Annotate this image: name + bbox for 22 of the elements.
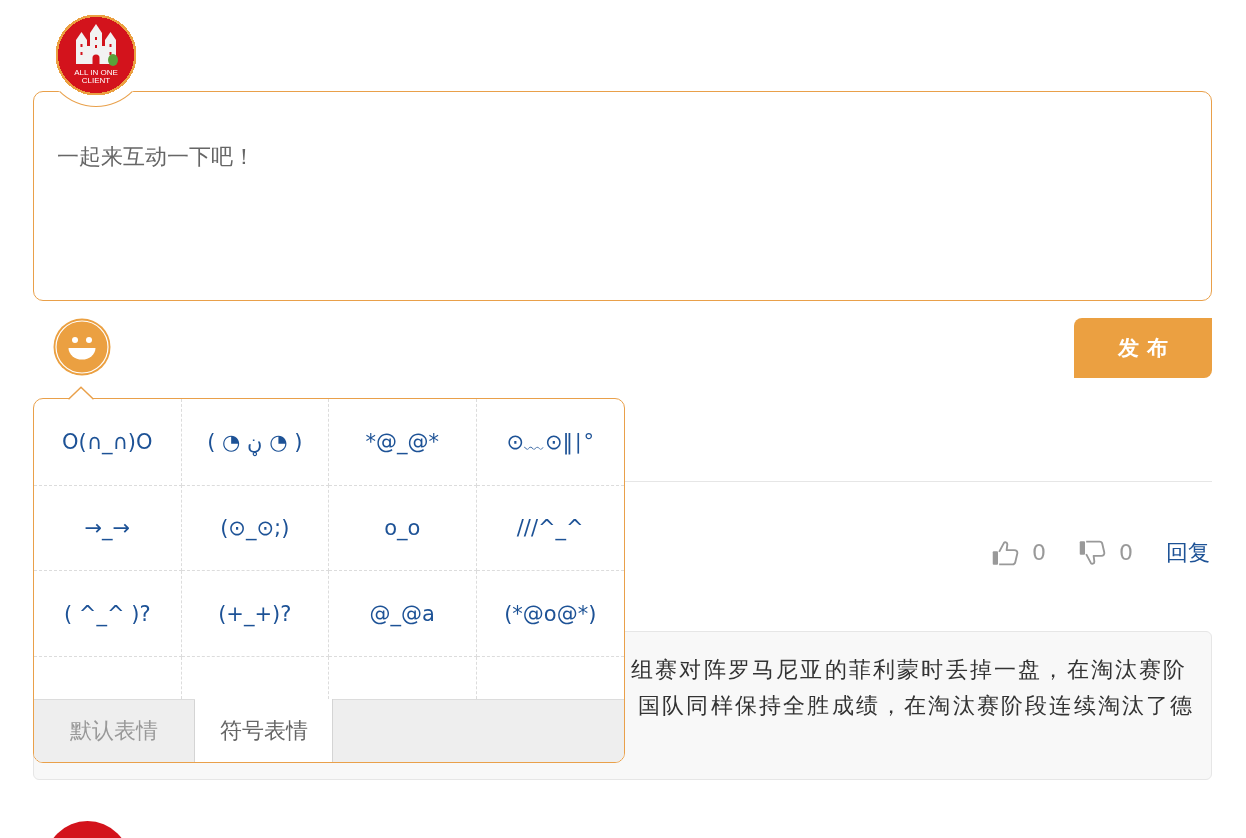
emoticon-item[interactable]: ///^_^ (516, 515, 584, 540)
emoticon-item[interactable]: *@_@* (365, 430, 439, 454)
emoticon-item[interactable]: (⊙_⊙;) (220, 515, 290, 540)
like-count: 0 (1032, 540, 1046, 565)
emoticon-item[interactable]: O(∩_∩)O (61, 430, 153, 454)
emoticon-item[interactable]: ⊙﹏⊙‖∣° (506, 428, 595, 456)
emoticon-item[interactable]: ( ^_^ )? (63, 601, 151, 626)
emoticon-item[interactable]: ( ◔ ڼ ◔ ) (207, 430, 303, 454)
logo-text: ALL IN ONE CLIENT (74, 69, 118, 85)
quote-text-line: 组赛对阵罗马尼亚的菲利蒙时丢掉一盘，在淘汰赛阶 (631, 656, 1188, 684)
emoticon-item[interactable]: @_@a (369, 601, 435, 626)
emoticon-item[interactable]: (*@o@*) (504, 601, 597, 626)
dislike-count: 0 (1119, 540, 1133, 565)
reply-link[interactable]: 回复 (1166, 537, 1210, 568)
comment-field[interactable]: 一起来互动一下吧！ (33, 91, 1212, 301)
emoticon-tab[interactable]: 符号表情 (195, 699, 333, 762)
quote-text-line: 国队同样保持全胜成绩，在淘汰赛阶段连续淘汰了德 (638, 692, 1195, 720)
emoticon-item[interactable]: o_o (384, 515, 421, 540)
castle-icon (73, 24, 119, 68)
emoticon-item[interactable]: →_→ (84, 515, 131, 540)
smiley-icon[interactable] (53, 318, 111, 376)
emoticon-item[interactable]: (+_+)? (218, 601, 292, 626)
